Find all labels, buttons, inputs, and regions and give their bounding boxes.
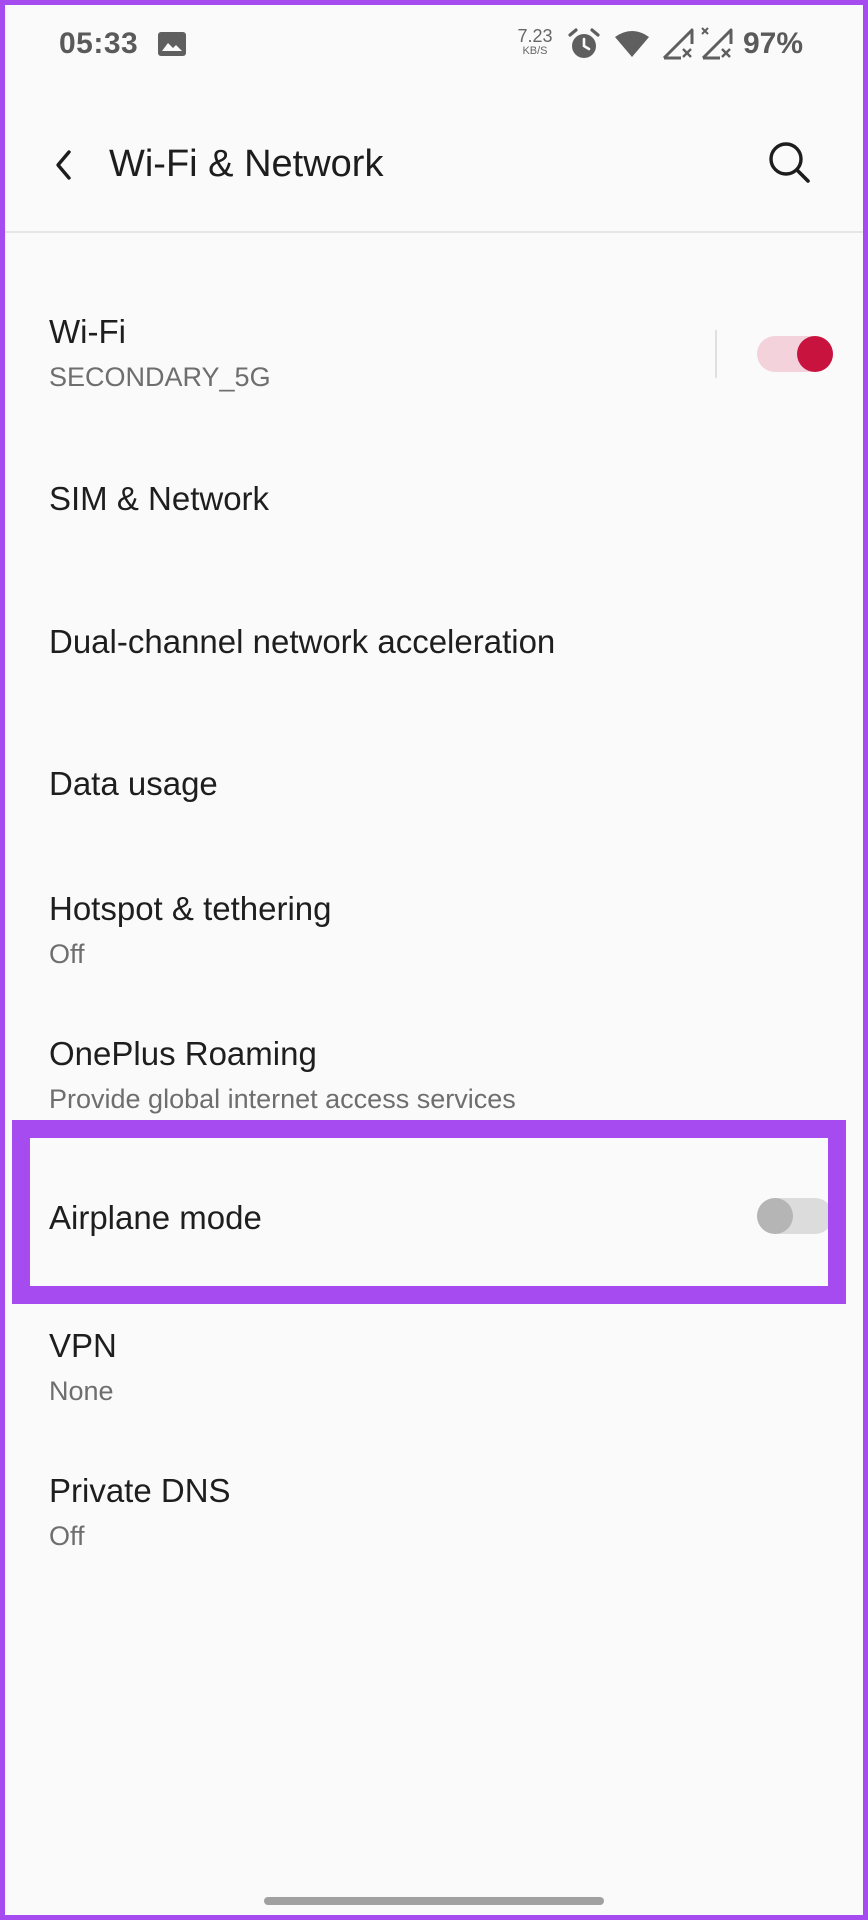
battery-level: 97% (743, 27, 804, 60)
status-bar: 05:33 7.23 KB/S 97% (5, 5, 863, 85)
list-item-oneplus-roaming[interactable]: OnePlus Roaming Provide global internet … (5, 1015, 863, 1125)
list-item-vpn[interactable]: VPN None (5, 1315, 863, 1435)
toggle-thumb (757, 1198, 793, 1234)
item-subtitle: Provide global internet access services (49, 1084, 516, 1114)
list-item-hotspot[interactable]: Hotspot & tethering Off (5, 870, 863, 990)
airplane-mode-toggle[interactable] (757, 1198, 833, 1234)
wifi-icon (615, 31, 649, 57)
item-title: Private DNS (49, 1472, 231, 1509)
network-speed: 7.23 KB/S (512, 27, 558, 57)
list-item-sim-network[interactable]: SIM & Network (5, 445, 863, 555)
list-item-wifi[interactable]: Wi-Fi SECONDARY_5G (5, 295, 863, 415)
item-subtitle: Off (49, 939, 85, 969)
gallery-icon (158, 32, 186, 56)
list-item-data-usage[interactable]: Data usage (5, 730, 863, 840)
item-title: Hotspot & tethering (49, 890, 332, 927)
item-title: VPN (49, 1327, 117, 1364)
signal-x-icon (701, 27, 733, 60)
toggle-thumb (797, 336, 833, 372)
item-title: SIM & Network (49, 480, 270, 517)
item-title: Airplane mode (49, 1199, 262, 1236)
app-bar: Wi-Fi & Network (5, 105, 863, 235)
item-subtitle: Off (49, 1521, 85, 1551)
network-speed-unit: KB/S (522, 45, 548, 57)
app-bar-divider (5, 231, 863, 233)
back-arrow-icon[interactable] (45, 140, 85, 190)
alarm-icon (568, 28, 600, 58)
item-title: Data usage (49, 765, 218, 802)
item-subtitle: None (49, 1376, 114, 1406)
list-item-dual-channel[interactable]: Dual-channel network acceleration (5, 585, 863, 695)
status-time: 05:33 (59, 27, 139, 60)
item-subtitle: SECONDARY_5G (49, 362, 271, 392)
item-title: Dual-channel network acceleration (49, 623, 556, 660)
home-indicator[interactable] (264, 1897, 604, 1905)
list-item-private-dns[interactable]: Private DNS Off (5, 1460, 863, 1580)
network-speed-value: 7.23 (517, 26, 553, 46)
toggle-divider (715, 330, 717, 378)
wifi-toggle[interactable] (757, 336, 833, 372)
signal-x-icon (662, 28, 694, 60)
list-item-airplane-mode[interactable]: Airplane mode (5, 1143, 863, 1291)
item-title: Wi-Fi (49, 313, 126, 350)
settings-screen: 05:33 7.23 KB/S 97% Wi-Fi & Network Wi-F… (5, 5, 863, 1915)
search-icon[interactable] (765, 138, 815, 188)
item-title: OnePlus Roaming (49, 1035, 317, 1072)
page-title: Wi-Fi & Network (109, 143, 384, 185)
